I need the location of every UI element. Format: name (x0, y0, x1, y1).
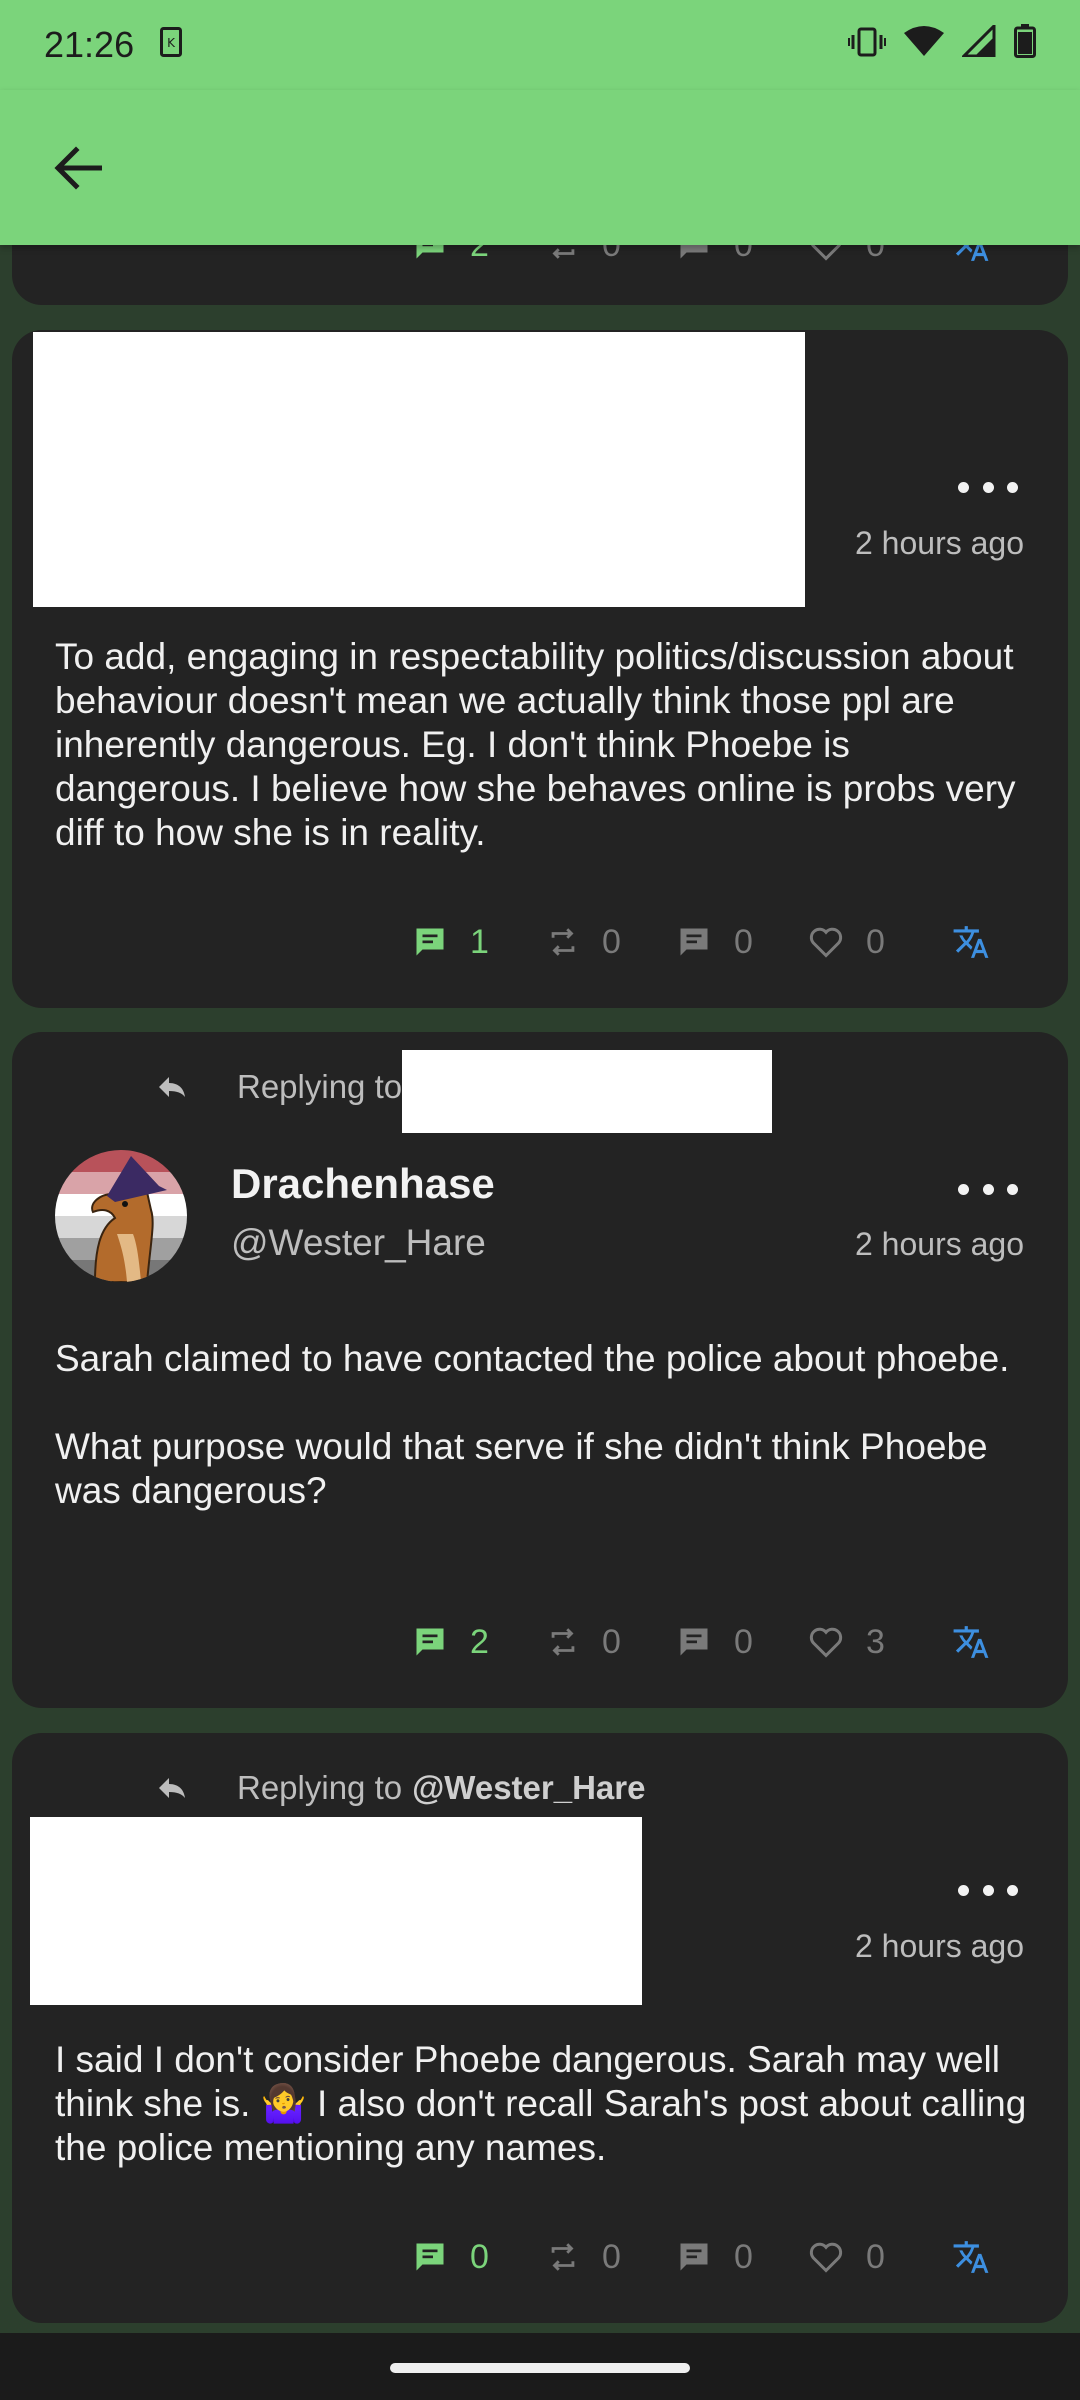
post-timestamp: 2 hours ago (854, 1226, 1024, 1262)
quote-button[interactable]: 0 (676, 912, 753, 972)
redacted-author-block (30, 1817, 642, 2005)
comment-icon (416, 2243, 444, 2271)
repost-icon (551, 1628, 575, 1656)
like-button[interactable]: 0 (808, 912, 885, 972)
translate-button[interactable] (952, 912, 990, 972)
likes-count: 3 (866, 1622, 885, 1661)
home-gesture-handle[interactable] (390, 2363, 690, 2373)
quotes-count: 0 (734, 1622, 753, 1661)
translate-icon (953, 1626, 989, 1658)
redacted-reply-handle (402, 1050, 772, 1133)
replies-button[interactable]: 1 (412, 912, 489, 972)
arrow-left-icon (54, 145, 102, 190)
quote-icon (680, 928, 708, 956)
post-timestamp: 2 hours ago (854, 1928, 1024, 1964)
sim-notification-icon: K (160, 24, 183, 66)
author-handle[interactable]: @Wester_Hare (231, 1222, 486, 1264)
replies-count: 2 (470, 1622, 489, 1661)
app-bar (0, 90, 1080, 245)
post-card[interactable]: Replying to @Wester_Hare 2 hours ago I s… (12, 1733, 1068, 2323)
replying-to-handle[interactable]: @Wester_Hare (412, 1769, 645, 1807)
like-button[interactable]: 0 (808, 2227, 885, 2287)
translate-icon (953, 926, 989, 958)
replies-button[interactable]: 2 (412, 1612, 489, 1672)
reply-arrow-icon (157, 1075, 197, 1099)
likes-count: 0 (866, 2237, 885, 2276)
status-bar: 21:26 K (0, 0, 1080, 90)
quote-button[interactable]: 0 (676, 1612, 753, 1672)
translate-button[interactable] (952, 1612, 990, 1672)
replying-to-row[interactable]: Replying to (157, 1032, 402, 1142)
reposts-count: 0 (602, 922, 621, 961)
replies-button[interactable]: 0 (412, 2227, 489, 2287)
svg-text:K: K (167, 36, 176, 50)
more-options-button[interactable] (958, 1174, 1018, 1204)
post-actions: 0 0 0 0 (12, 2227, 1068, 2287)
post-actions: 2 0 0 3 (12, 1612, 1068, 1672)
reply-arrow-icon (157, 1776, 197, 1800)
author-name[interactable]: Drachenhase (231, 1160, 495, 1208)
repost-icon (551, 2243, 575, 2271)
more-options-button[interactable] (958, 472, 1018, 502)
vibrate-icon (848, 24, 886, 66)
quotes-count: 0 (734, 922, 753, 961)
post-card[interactable]: 2 hours ago To add, engaging in respecta… (12, 330, 1068, 1008)
post-timestamp: 2 hours ago (854, 525, 1024, 561)
repost-icon (551, 928, 575, 956)
heart-icon (809, 2242, 843, 2273)
repost-button[interactable]: 0 (546, 1612, 621, 1672)
replying-to-label: Replying to (237, 1068, 403, 1105)
cell-signal-icon (960, 22, 996, 66)
navigation-bar (0, 2333, 1080, 2400)
quotes-count: 0 (734, 2237, 753, 2276)
repost-button[interactable]: 0 (546, 912, 621, 972)
likes-count: 0 (866, 922, 885, 961)
status-time: 21:26 (44, 24, 135, 65)
heart-icon (809, 1627, 843, 1658)
replies-count: 1 (470, 922, 489, 961)
avatar[interactable] (55, 1150, 187, 1282)
post-text: I said I don't consider Phoebe dangerous… (55, 2039, 1037, 2168)
post-card[interactable]: Replying to Drachenhase @Wester_Hare 2 h… (12, 1032, 1068, 1708)
heart-icon (809, 927, 843, 958)
post-text: Sarah claimed to have contacted the poli… (55, 1338, 1010, 1511)
translate-button[interactable] (952, 2227, 990, 2287)
reposts-count: 0 (602, 2237, 621, 2276)
quote-icon (680, 1628, 708, 1656)
replies-count: 0 (470, 2237, 489, 2276)
translate-icon (953, 2241, 989, 2273)
redacted-author-block (33, 332, 805, 607)
replying-to-label: Replying to (237, 1769, 403, 1806)
more-options-button[interactable] (958, 1875, 1018, 1905)
back-button[interactable] (50, 140, 106, 196)
comment-icon (416, 1628, 444, 1656)
like-button[interactable]: 3 (808, 1612, 885, 1672)
wifi-icon (904, 24, 944, 66)
battery-icon (1014, 23, 1036, 67)
repost-button[interactable]: 0 (546, 2227, 621, 2287)
quote-button[interactable]: 0 (676, 2227, 753, 2287)
comment-icon (416, 928, 444, 956)
reposts-count: 0 (602, 1622, 621, 1661)
post-actions: 1 0 0 0 (12, 912, 1068, 972)
quote-icon (680, 2243, 708, 2271)
post-text: To add, engaging in respectability polit… (55, 636, 1026, 853)
